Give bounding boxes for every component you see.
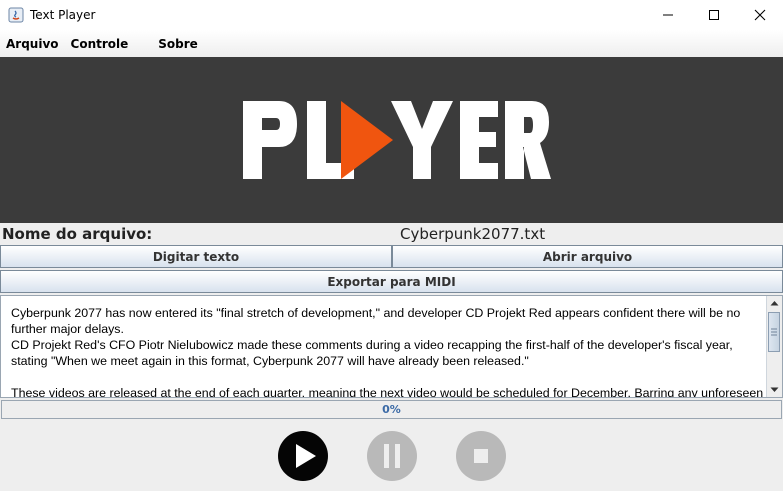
playback-progress-bar: 0% [1, 400, 782, 419]
play-triangle-accent [341, 101, 393, 179]
menu-arquivo[interactable]: Arquivo [0, 37, 65, 51]
text-line: These videos are released at the end of … [11, 386, 764, 398]
minimize-icon [663, 14, 673, 16]
minimize-button[interactable] [645, 0, 691, 30]
java-app-icon [8, 7, 24, 23]
pause-button[interactable] [367, 431, 417, 481]
window-title: Text Player [30, 8, 96, 22]
play-icon [296, 444, 316, 468]
scroll-down-arrow-icon[interactable] [767, 383, 782, 397]
file-name-value: Cyberpunk2077.txt [400, 225, 546, 243]
file-name-row: Nome do arquivo: Cyberpunk2077.txt [0, 224, 783, 244]
digitar-texto-button[interactable]: Digitar texto [0, 245, 392, 268]
close-button[interactable] [737, 0, 783, 30]
text-line: CD Projekt Red's CFO Piotr Nielubowicz m… [11, 338, 733, 368]
text-line [11, 369, 763, 385]
stop-button[interactable] [456, 431, 506, 481]
progress-label: 0% [382, 403, 401, 416]
maximize-button[interactable] [691, 0, 737, 30]
menu-controle[interactable]: Controle [65, 37, 135, 51]
play-button[interactable] [278, 431, 328, 481]
menu-bar: Arquivo Controle Sobre [0, 30, 783, 57]
text-line: Cyberpunk 2077 has now entered its "fina… [11, 306, 741, 336]
playback-controls [0, 421, 783, 491]
pause-icon [384, 444, 400, 468]
player-logo [243, 101, 551, 179]
maximize-icon [709, 10, 719, 20]
player-banner [0, 57, 783, 223]
scroll-up-arrow-icon[interactable] [767, 296, 782, 310]
text-content-area[interactable]: Cyberpunk 2077 has now entered its "fina… [0, 295, 783, 398]
vertical-scrollbar[interactable] [766, 296, 782, 397]
close-icon [754, 9, 766, 21]
title-bar: Text Player [0, 0, 783, 30]
file-name-label: Nome do arquivo: [2, 225, 153, 243]
abrir-arquivo-button[interactable]: Abrir arquivo [392, 245, 783, 268]
menu-sobre[interactable]: Sobre [152, 37, 204, 51]
stop-icon [474, 449, 488, 463]
exportar-midi-button[interactable]: Exportar para MIDI [0, 270, 783, 293]
scrollbar-thumb[interactable] [768, 312, 780, 352]
